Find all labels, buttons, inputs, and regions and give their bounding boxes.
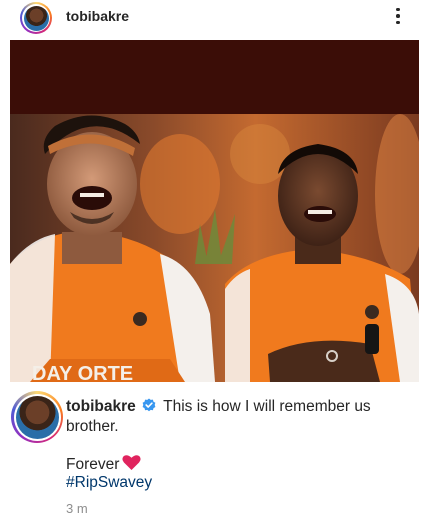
- avatar-image: [23, 5, 49, 31]
- post-author-username[interactable]: tobibakre: [66, 8, 129, 24]
- media-top-band: [10, 40, 419, 114]
- post-media[interactable]: DAY ORTE: [10, 40, 419, 382]
- post-header: tobibakre: [0, 0, 446, 38]
- red-heart-icon: [122, 455, 142, 471]
- caption-avatar[interactable]: [11, 391, 63, 443]
- more-options-icon[interactable]: [392, 4, 404, 28]
- caption-forever-line: Forever: [66, 454, 142, 474]
- forever-text: Forever: [66, 456, 120, 473]
- hashtag-link[interactable]: #RipSwavey: [66, 474, 152, 492]
- verified-badge-icon: [142, 398, 156, 412]
- caption-username[interactable]: tobibakre: [66, 398, 136, 415]
- post-photo: DAY ORTE: [10, 114, 419, 382]
- caption-text: tobibakre This is how I will remember us…: [66, 397, 426, 437]
- post-timestamp: 3 m: [66, 501, 88, 516]
- caption-avatar-image: [15, 395, 59, 439]
- profile-avatar[interactable]: [20, 2, 52, 34]
- photo-banner-text: DAY ORTE: [32, 363, 133, 382]
